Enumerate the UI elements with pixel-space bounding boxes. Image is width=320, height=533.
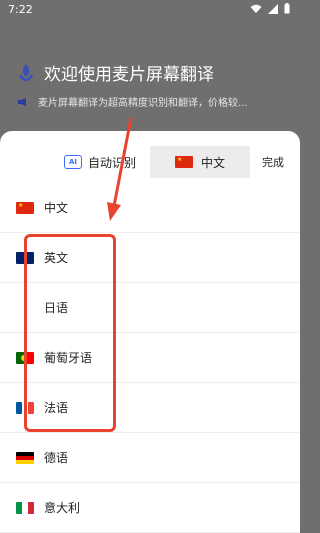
signal-icon [268,3,278,14]
app-logo-icon [18,63,34,81]
language-item[interactable]: 德语 [0,433,300,483]
language-item-label: 意大利 [44,501,81,515]
done-button[interactable]: 完成 [262,154,284,170]
flag-it-icon [16,501,34,514]
welcome-subtitle-text: 麦片屏幕翻译为超高精度识别和翻译，价格较... [38,98,248,109]
source-language-label: 自动识别 [87,155,136,170]
status-time: 7:22 [8,3,33,16]
language-picker-topbar: AI 自动识别 中文 完成 [0,146,300,178]
language-item[interactable]: 中文 [0,183,300,233]
status-icons [250,3,290,14]
welcome-subtitle: 麦片屏幕翻译为超高精度识别和翻译，价格较... [18,94,248,109]
language-item-label: 德语 [44,451,69,465]
megaphone-icon [18,97,26,106]
ai-detect-icon: AI [63,155,82,169]
annotation-highlight-box [24,234,116,432]
status-bar: 7:22 [0,0,300,22]
wifi-icon [250,4,262,13]
language-item[interactable]: 意大利 [0,483,300,533]
welcome-title-text: 欢迎使用麦片屏幕翻译 [44,65,214,85]
flag-de-icon [16,451,34,464]
welcome-title: 欢迎使用麦片屏幕翻译 [18,60,214,85]
flag-cn-icon [16,201,34,214]
source-language-tab[interactable]: AI 自动识别 [50,146,150,178]
target-language-tab[interactable]: 中文 [150,146,250,178]
language-item-label: 中文 [44,201,69,215]
battery-icon [284,3,290,14]
target-language-label: 中文 [200,155,225,170]
china-flag-icon [174,156,193,168]
